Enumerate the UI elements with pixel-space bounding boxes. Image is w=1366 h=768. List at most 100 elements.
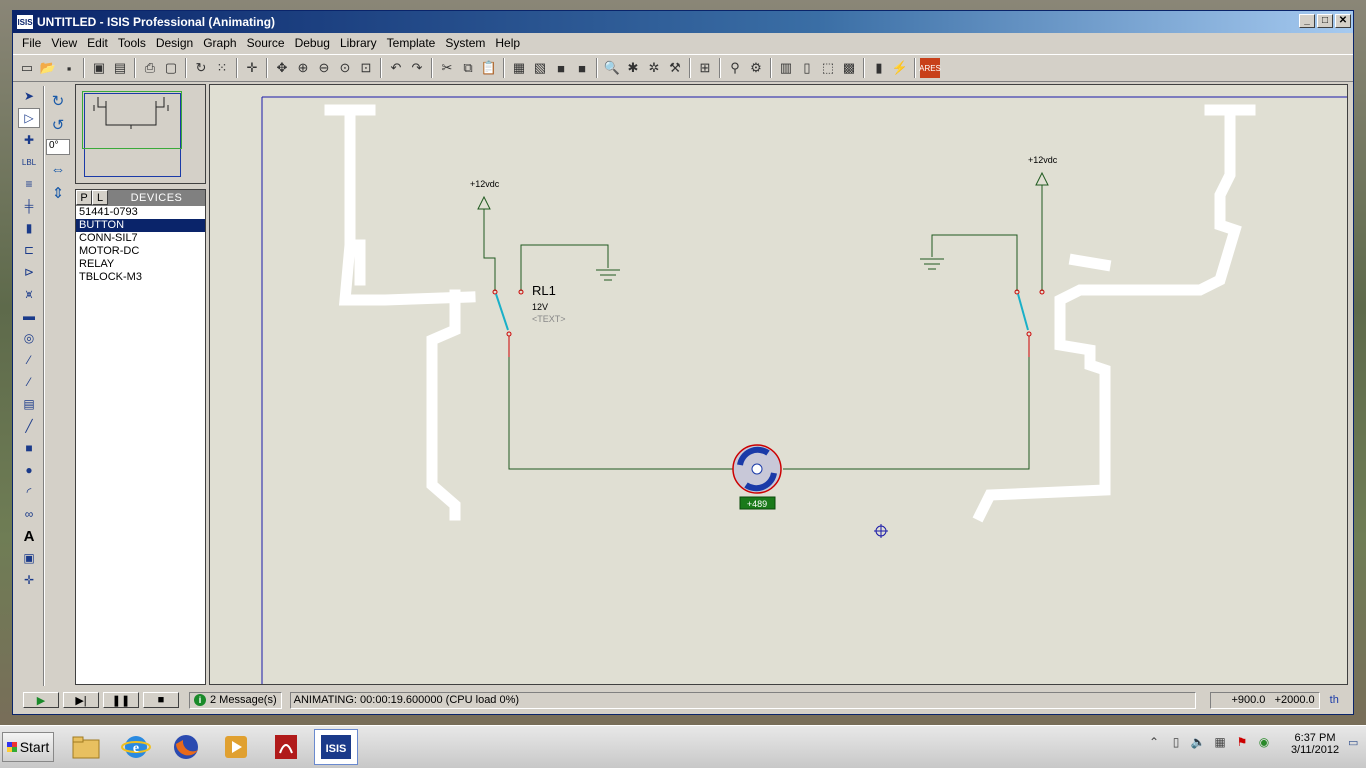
undo-icon[interactable]: ↶: [386, 58, 406, 78]
rotate-anticlockwise-icon[interactable]: ↺: [47, 115, 69, 135]
messages-box[interactable]: i 2 Message(s): [189, 691, 282, 709]
overview-window[interactable]: [75, 84, 206, 184]
pick-from-library-button[interactable]: P: [76, 190, 92, 205]
make-device-icon[interactable]: ✱: [623, 58, 643, 78]
terminals-icon[interactable]: ⊏: [18, 240, 40, 260]
zoom-in-icon[interactable]: ⊕: [293, 58, 313, 78]
ares-icon[interactable]: ARES: [919, 58, 941, 78]
marker-icon[interactable]: ✛: [18, 570, 40, 590]
menu-template[interactable]: Template: [382, 36, 441, 50]
menu-help[interactable]: Help: [490, 36, 525, 50]
play-button[interactable]: ▶: [23, 692, 59, 708]
menu-source[interactable]: Source: [242, 36, 290, 50]
stop-button[interactable]: ■: [143, 692, 179, 708]
exit-parent-icon[interactable]: ⬚: [818, 58, 838, 78]
copy-icon[interactable]: ⧉: [458, 58, 478, 78]
search-tag-icon[interactable]: ⚲: [725, 58, 745, 78]
taskbar-explorer[interactable]: [64, 729, 108, 765]
circle-icon[interactable]: ●: [18, 460, 40, 480]
rotation-angle-field[interactable]: 0°: [46, 139, 70, 155]
device-list-item[interactable]: MOTOR-DC: [76, 245, 205, 258]
block-delete-icon[interactable]: ■: [572, 58, 592, 78]
generator-icon[interactable]: ◎: [18, 328, 40, 348]
menu-system[interactable]: System: [440, 36, 490, 50]
menu-file[interactable]: File: [17, 36, 46, 50]
menu-library[interactable]: Library: [335, 36, 382, 50]
device-list-item[interactable]: 51441-0793: [76, 206, 205, 219]
taskbar-acrobat[interactable]: [264, 729, 308, 765]
line-icon[interactable]: ╱: [18, 416, 40, 436]
text-icon[interactable]: A: [18, 526, 40, 546]
package-icon[interactable]: ✲: [644, 58, 664, 78]
zoom-area-icon[interactable]: ⊡: [356, 58, 376, 78]
netlist-icon[interactable]: ⚡: [890, 58, 910, 78]
menu-view[interactable]: View: [46, 36, 82, 50]
action-center-icon[interactable]: ⚑: [1234, 734, 1250, 750]
menu-edit[interactable]: Edit: [82, 36, 113, 50]
new-sheet-icon[interactable]: ▥: [776, 58, 796, 78]
step-button[interactable]: ▶|: [63, 692, 99, 708]
device-list-item-selected[interactable]: BUTTON: [76, 219, 205, 232]
menu-tools[interactable]: Tools: [113, 36, 151, 50]
paste-icon[interactable]: 📋: [479, 58, 499, 78]
bill-of-materials-icon[interactable]: ▩: [839, 58, 859, 78]
print-area-icon[interactable]: ▢: [161, 58, 181, 78]
device-list-item[interactable]: TBLOCK-M3: [76, 271, 205, 284]
bus-icon[interactable]: ╪: [18, 196, 40, 216]
device-list-item[interactable]: RELAY: [76, 258, 205, 271]
wire-label-icon[interactable]: LBL: [18, 152, 40, 172]
import-icon[interactable]: ▣: [89, 58, 109, 78]
schematic-canvas[interactable]: +12vdc RL1 12V <TEXT> +489 +12vdc: [209, 84, 1348, 685]
usb-device-icon[interactable]: ▯: [1168, 734, 1184, 750]
zoom-out-icon[interactable]: ⊖: [314, 58, 334, 78]
wire-autorouter-icon[interactable]: ⊞: [695, 58, 715, 78]
decompose-icon[interactable]: ⚒: [665, 58, 685, 78]
device-pins-icon[interactable]: ⊳: [18, 262, 40, 282]
block-rotate-icon[interactable]: ■: [551, 58, 571, 78]
zoom-all-icon[interactable]: ⊙: [335, 58, 355, 78]
tape-recorder-icon[interactable]: ▬: [18, 306, 40, 326]
pause-button[interactable]: ❚❚: [103, 692, 139, 708]
taskbar-media-player[interactable]: [214, 729, 258, 765]
virtual-instruments-icon[interactable]: ▤: [18, 394, 40, 414]
component-mode-icon[interactable]: ▷: [18, 108, 40, 128]
save-icon[interactable]: ▪: [59, 58, 79, 78]
show-desktop-icon[interactable]: ▭: [1348, 736, 1362, 756]
subcircuit-icon[interactable]: ▮: [18, 218, 40, 238]
mirror-vertical-icon[interactable]: ⇕: [47, 183, 69, 203]
maximize-button[interactable]: □: [1317, 14, 1333, 28]
new-file-icon[interactable]: ▭: [17, 58, 37, 78]
remove-sheet-icon[interactable]: ▯: [797, 58, 817, 78]
library-manager-button[interactable]: L: [92, 190, 108, 205]
redraw-icon[interactable]: ↻: [191, 58, 211, 78]
unit-label[interactable]: th: [1330, 694, 1339, 706]
network-icon[interactable]: ▦: [1212, 734, 1228, 750]
open-folder-icon[interactable]: 📂: [38, 58, 58, 78]
menu-debug[interactable]: Debug: [290, 36, 335, 50]
pan-icon[interactable]: ✥: [272, 58, 292, 78]
block-move-icon[interactable]: ▧: [530, 58, 550, 78]
show-hidden-icons-icon[interactable]: ⌃: [1146, 734, 1162, 750]
taskbar-internet-explorer[interactable]: e: [114, 729, 158, 765]
rotate-clockwise-icon[interactable]: ↻: [47, 91, 69, 111]
title-bar[interactable]: ISIS UNTITLED - ISIS Professional (Anima…: [13, 11, 1353, 33]
arc-icon[interactable]: ◜: [18, 482, 40, 502]
volume-icon[interactable]: 🔈: [1190, 734, 1206, 750]
taskbar-isis[interactable]: ISIS: [314, 729, 358, 765]
update-icon[interactable]: ◉: [1256, 734, 1272, 750]
export-icon[interactable]: ▤: [110, 58, 130, 78]
cut-icon[interactable]: ✂: [437, 58, 457, 78]
menu-design[interactable]: Design: [151, 36, 198, 50]
selection-mode-icon[interactable]: ➤: [18, 86, 40, 106]
start-button[interactable]: Start: [2, 732, 54, 762]
close-button[interactable]: ✕: [1335, 14, 1351, 28]
pick-device-icon[interactable]: 🔍: [602, 58, 622, 78]
property-tool-icon[interactable]: ⚙: [746, 58, 766, 78]
junction-dot-icon[interactable]: ✚: [18, 130, 40, 150]
voltage-probe-icon[interactable]: ⁄: [18, 350, 40, 370]
mirror-horizontal-icon[interactable]: ⇔: [47, 159, 69, 179]
taskbar-firefox[interactable]: [164, 729, 208, 765]
grid-icon[interactable]: ⁙: [212, 58, 232, 78]
symbol-icon[interactable]: ▣: [18, 548, 40, 568]
print-icon[interactable]: ⎙: [140, 58, 160, 78]
